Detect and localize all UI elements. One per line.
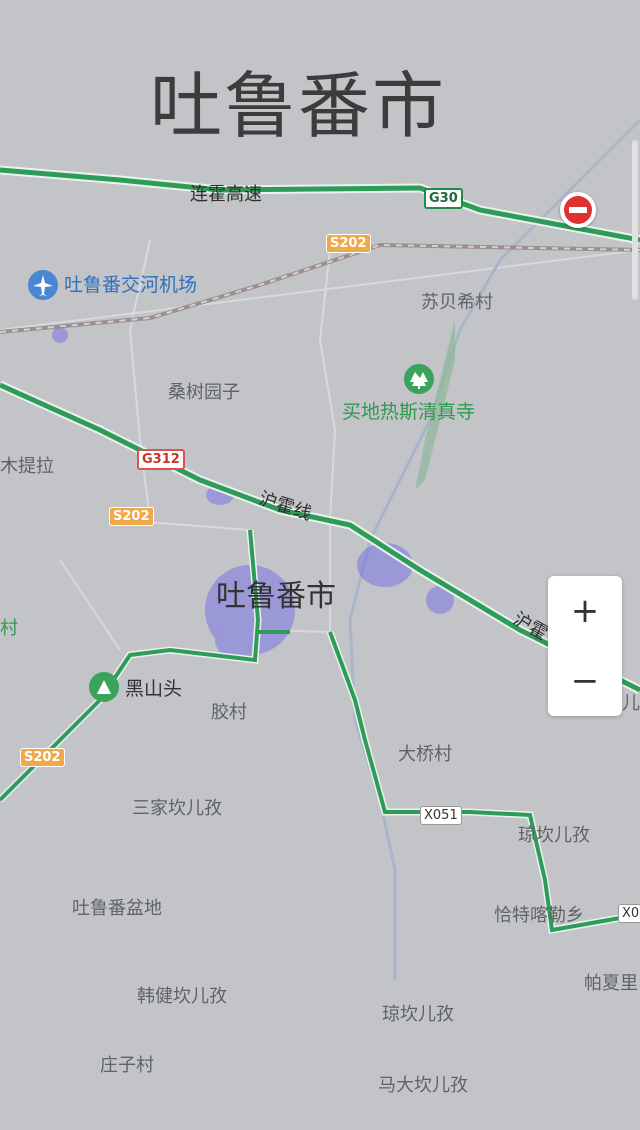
airport-label[interactable]: 吐鲁番交河机场	[64, 276, 197, 295]
zoom-control: + −	[548, 576, 622, 716]
mountain-icon[interactable]	[89, 672, 119, 702]
place-zhuangzicun: 庄子村	[100, 1055, 154, 1076]
place-cun-partial: 村	[0, 618, 18, 639]
place-qiongkanerzi-1: 琼坎儿孜	[518, 825, 590, 846]
airport-icon[interactable]	[28, 270, 58, 300]
place-madakanerzi: 马大坎儿孜	[378, 1075, 468, 1096]
place-qiongkanerzi-2: 琼坎儿孜	[382, 1004, 454, 1025]
x05-shield-partial: X0	[618, 904, 640, 923]
map-view[interactable]: 吐鲁番市 连霍高速 沪霍线 沪霍 G30 S202 G312 S202 S202…	[0, 0, 640, 1130]
place-er-partial: 儿	[622, 693, 640, 714]
place-daqiaocun: 大桥村	[398, 744, 452, 765]
place-sanjiakanerzi: 三家坎儿孜	[132, 798, 222, 819]
city-title-large: 吐鲁番市	[150, 64, 447, 148]
s202-shield-mid: S202	[109, 507, 154, 526]
place-jiaocun: 胶村	[211, 702, 247, 723]
place-mutila-partial: 木提拉	[0, 456, 54, 477]
x051-shield: X051	[420, 806, 462, 825]
place-subeixi: 苏贝希村	[421, 292, 493, 313]
scenic-spot-icon[interactable]	[404, 364, 434, 394]
place-hanjiankanerzi: 韩健坎儿孜	[137, 986, 227, 1007]
place-qiateqalexiang: 恰特喀勒乡	[494, 905, 584, 926]
zoom-in-button[interactable]: +	[548, 576, 622, 646]
city-label[interactable]: 吐鲁番市	[216, 582, 336, 612]
expressway-label: 连霍高速	[190, 184, 262, 205]
no-entry-icon[interactable]	[560, 192, 596, 228]
g30-shield: G30	[424, 188, 463, 209]
place-pazhali-partial: 帕夏里	[584, 973, 638, 994]
mosque-label[interactable]: 买地热斯清真寺	[342, 403, 475, 422]
g312-shield: G312	[137, 449, 185, 470]
heishantou-label[interactable]: 黑山头	[125, 680, 182, 699]
s202-shield-north: S202	[326, 234, 371, 253]
place-basin: 吐鲁番盆地	[72, 898, 162, 919]
place-sangshuyuanzi: 桑树园子	[168, 382, 240, 403]
s202-shield-south: S202	[20, 748, 65, 767]
scrollbar[interactable]	[632, 140, 638, 300]
zoom-out-button[interactable]: −	[548, 646, 622, 716]
map-base-layer	[0, 118, 640, 980]
